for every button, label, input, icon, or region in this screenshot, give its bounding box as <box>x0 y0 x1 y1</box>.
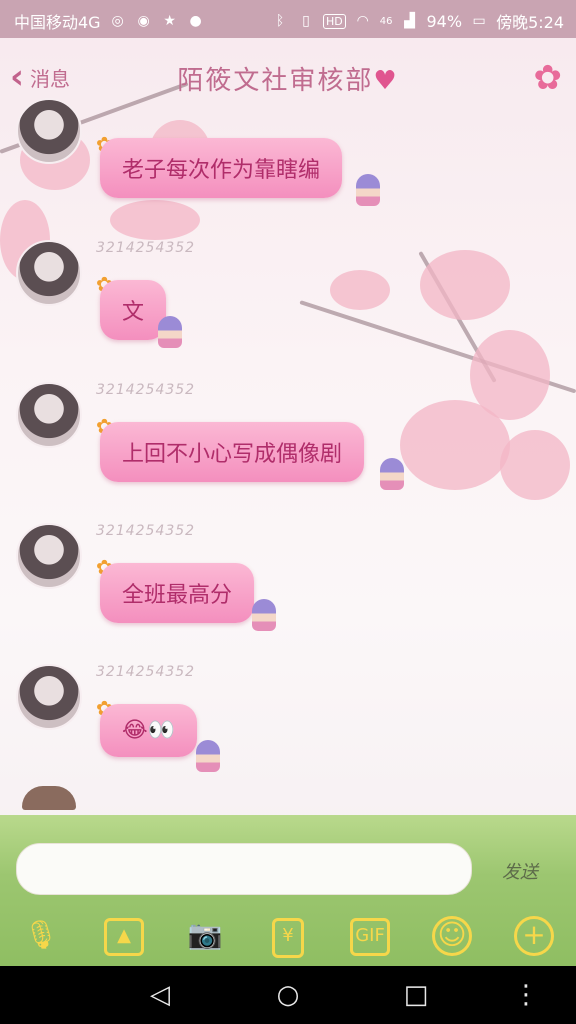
message-item: 3214254352 ✿ 上回不小心写成偶像剧 <box>16 382 556 492</box>
bubble-girl-icon <box>356 174 380 206</box>
wifi-icon: ◠ <box>356 13 369 29</box>
sender-id: 3214254352 <box>96 523 196 539</box>
plus-icon[interactable]: + <box>514 916 554 956</box>
gif-icon[interactable]: GIF <box>350 918 390 956</box>
battery-icon: ▭ <box>472 13 486 29</box>
avatar[interactable] <box>16 382 82 448</box>
carrier-label: 中国移动4G <box>14 13 101 32</box>
flower-icon: ✿ <box>533 58 563 98</box>
image-icon[interactable]: ▲ <box>104 918 144 956</box>
message-text: 老子每次作为靠瞎编 <box>122 158 321 183</box>
message-text: 文 <box>122 300 145 325</box>
message-text: 上回不小心写成偶像剧 <box>122 442 343 467</box>
bubble-girl-icon <box>380 458 404 490</box>
nav-home-icon[interactable]: ○ <box>268 980 308 1010</box>
bubble-girl-icon <box>196 740 220 772</box>
mic-icon[interactable]: 🎙 <box>20 914 62 956</box>
message-bubble[interactable]: 文 <box>100 280 167 340</box>
bubble-girl-icon <box>252 599 276 631</box>
bubble-girl-icon <box>158 316 182 348</box>
battery-percent: 94% <box>426 11 463 31</box>
nav-menu-icon[interactable]: ⋮ <box>506 980 546 1010</box>
avatar[interactable] <box>16 664 82 730</box>
star-icon: ★ <box>163 13 176 29</box>
status-bar: 中国移动4G ◎ ◉ ★ ● ᛒ ▯ HD ◠ 46 ▟ 94% ▭ 傍晚5:2… <box>0 0 576 38</box>
input-toolbar: 🎙 ▲ 📷 ¥ GIF ☺ + <box>0 908 576 964</box>
nav-recents-icon[interactable]: □ <box>396 980 436 1010</box>
nav-back-icon[interactable]: ◁ <box>140 980 180 1010</box>
message-bubble[interactable]: 老子每次作为靠瞎编 <box>100 138 343 198</box>
clock: 傍晚5:24 <box>496 13 564 32</box>
message-input[interactable] <box>16 843 472 895</box>
vibrate-icon: ▯ <box>302 13 310 29</box>
message-text: 全班最高分 <box>122 583 233 608</box>
sync-icon: ◎ <box>111 13 124 29</box>
camera-icon[interactable]: 📷 <box>184 914 226 956</box>
bear-decoration-icon <box>22 786 76 810</box>
message-bubble[interactable]: 全班最高分 <box>100 563 255 623</box>
group-menu-button[interactable]: ✿ <box>534 58 563 98</box>
message-item: 3214254352 ✿ 全班最高分 <box>16 523 556 633</box>
emoji-icon[interactable]: ☺ <box>432 916 472 956</box>
message-bubble[interactable]: 😂👀 <box>100 704 198 757</box>
red-packet-icon[interactable]: ¥ <box>272 918 304 958</box>
eye-icon: ◉ <box>137 13 150 29</box>
chat-icon: ● <box>189 13 202 29</box>
avatar[interactable] <box>16 240 82 306</box>
message-item: 3214254352 ✿ 😂👀 <box>16 664 556 774</box>
sender-id: 3214254352 <box>96 240 196 256</box>
message-text: 😂👀 <box>122 718 176 743</box>
signal-icon: ▟ <box>404 13 415 29</box>
sender-id: 3214254352 <box>96 664 196 680</box>
sender-id: 3214254352 <box>96 382 196 398</box>
heart-icon: ♥ <box>373 66 399 96</box>
system-nav-bar: ◁ ○ □ ⋮ <box>0 966 576 1024</box>
message-item: 3214254352 ✿ 文 <box>16 240 556 350</box>
message-bubble[interactable]: 上回不小心写成偶像剧 <box>100 422 365 482</box>
group-name: 陌筱文社审核部 <box>177 66 374 96</box>
avatar[interactable] <box>16 523 82 589</box>
network-label: 46 <box>379 15 393 27</box>
chat-header: ‹ 消息 陌筱文社审核部♥ ✿ <box>0 38 576 118</box>
bluetooth-icon: ᛒ <box>275 13 285 29</box>
message-item: ✿ 老子每次作为靠瞎编 <box>16 98 556 208</box>
send-button[interactable]: 发送 <box>502 858 538 884</box>
hd-badge: HD <box>323 13 346 29</box>
chat-title: 陌筱文社审核部♥ <box>0 60 576 97</box>
avatar[interactable] <box>16 98 82 164</box>
